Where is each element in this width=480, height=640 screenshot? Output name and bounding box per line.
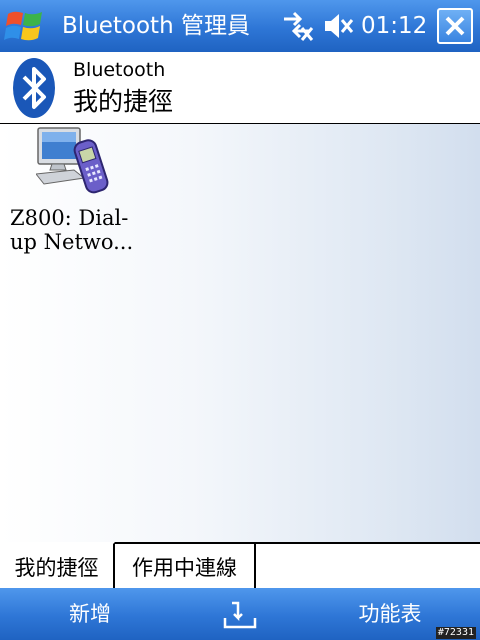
title-bar: Bluetooth 管理員 01:12 — [0, 0, 480, 52]
shortcut-label-line2: up Netwo... — [10, 230, 134, 254]
close-button[interactable] — [437, 8, 473, 44]
dialup-phone-computer-icon — [36, 127, 109, 194]
header-subtitle: 我的捷徑 — [73, 87, 174, 116]
window-title: Bluetooth 管理員 — [62, 13, 250, 39]
volume-muted-icon[interactable] — [322, 10, 354, 42]
softkey-bar: 新增 功能表 #72331 — [0, 588, 480, 640]
page-header: Bluetooth 我的捷徑 — [0, 52, 480, 124]
watermark: #72331 — [435, 627, 476, 639]
shortcut-label: Z800: Dial- up Netwo... — [10, 206, 140, 254]
tab-strip: 我的捷徑 作用中連線 — [0, 542, 480, 590]
shortcut-list: Z800: Dial- up Netwo... — [0, 124, 480, 542]
clock[interactable]: 01:12 — [361, 10, 427, 42]
new-button[interactable]: 新增 — [0, 588, 180, 640]
windows-start-icon[interactable] — [4, 6, 46, 46]
tab-active-connections[interactable]: 作用中連線 — [115, 542, 256, 590]
close-icon — [445, 16, 465, 36]
connectivity-icon[interactable] — [280, 10, 314, 42]
header-title: Bluetooth — [73, 59, 166, 81]
keyboard-input-icon[interactable] — [222, 598, 258, 630]
bluetooth-logo-icon — [13, 58, 55, 118]
tab-my-shortcuts[interactable]: 我的捷徑 — [0, 542, 115, 590]
list-item[interactable]: Z800: Dial- up Netwo... — [8, 126, 138, 266]
shortcut-label-line1: Z800: Dial- — [10, 206, 129, 230]
